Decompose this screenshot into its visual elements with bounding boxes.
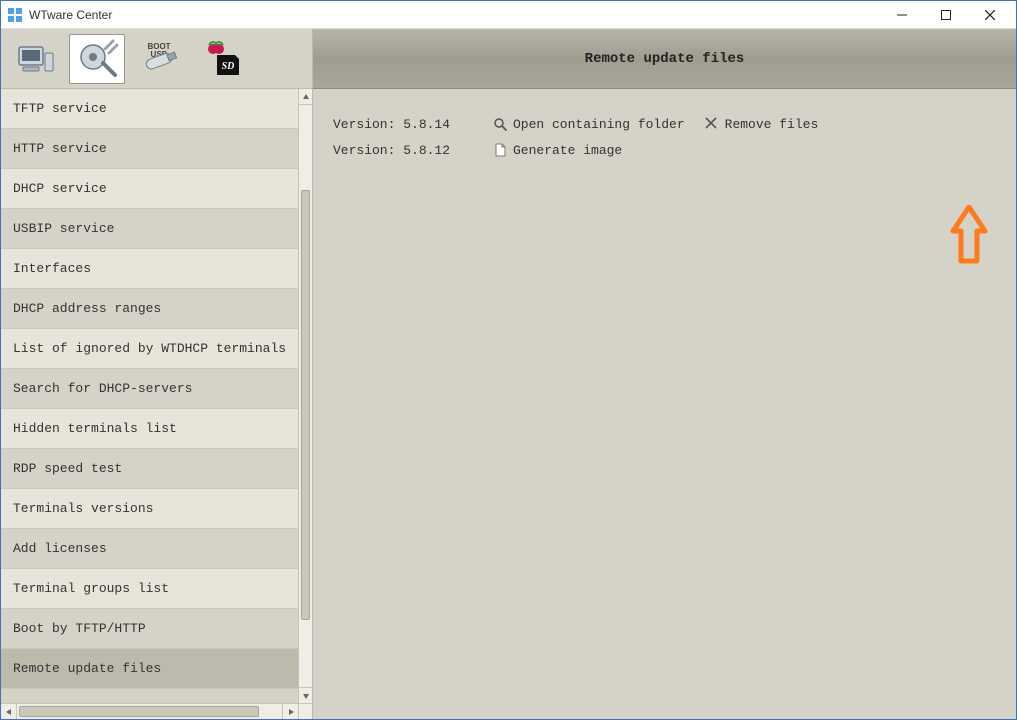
sidebar-item-label: DHCP address ranges <box>13 301 161 316</box>
sidebar-item-label: Terminal groups list <box>13 581 169 596</box>
sidebar-item-terminal-groups[interactable]: Terminal groups list <box>1 569 298 609</box>
toolbar-terminals-button[interactable] <box>7 34 63 84</box>
sidebar-item-label: Interfaces <box>13 261 91 276</box>
sidebar-item-interfaces[interactable]: Interfaces <box>1 249 298 289</box>
sidebar-item-search-dhcp[interactable]: Search for DHCP-servers <box>1 369 298 409</box>
sidebar: BOOT USB SD TFTP service HTTP service DHCP… <box>1 29 313 719</box>
link-label: Generate image <box>513 143 622 158</box>
maximize-button[interactable] <box>924 1 968 29</box>
sidebar-item-dhcp-address-ranges[interactable]: DHCP address ranges <box>1 289 298 329</box>
sidebar-item-label: HTTP service <box>13 141 107 156</box>
sidebar-item-rdp-speed-test[interactable]: RDP speed test <box>1 449 298 489</box>
sidebar-item-label: Boot by TFTP/HTTP <box>13 621 146 636</box>
version-label: Version: 5.8.14 <box>333 117 473 132</box>
close-button[interactable] <box>968 1 1012 29</box>
sidebar-item-label: Remote update files <box>13 661 161 676</box>
sidebar-item-label: Hidden terminals list <box>13 421 177 436</box>
toolbar-boot-usb-button[interactable]: BOOT USB <box>131 34 187 84</box>
sidebar-vertical-scrollbar[interactable] <box>298 89 312 703</box>
annotation-arrow-icon <box>949 205 989 265</box>
scroll-thumb[interactable] <box>301 190 310 620</box>
sidebar-item-http-service[interactable]: HTTP service <box>1 129 298 169</box>
sidebar-item-label: TFTP service <box>13 101 107 116</box>
scroll-arrow-down-icon[interactable] <box>299 687 312 703</box>
document-icon <box>493 143 507 157</box>
version-label: Version: 5.8.12 <box>333 143 473 158</box>
remove-files-link[interactable]: Remove files <box>705 117 819 132</box>
version-row: Version: 5.8.12 Generate image <box>333 137 996 163</box>
sidebar-horizontal-scrollbar[interactable] <box>1 703 312 719</box>
sidebar-item-label: Add licenses <box>13 541 107 556</box>
version-row: Version: 5.8.14 Open containing folder Rem… <box>333 111 996 137</box>
scroll-arrow-left-icon[interactable] <box>1 704 17 719</box>
svg-text:SD: SD <box>222 61 235 72</box>
link-label: Open containing folder <box>513 117 685 132</box>
main-content: Version: 5.8.14 Open containing folder Rem… <box>313 89 1016 719</box>
sidebar-item-label: USBIP service <box>13 221 114 236</box>
toolbar-tools-button[interactable] <box>69 34 125 84</box>
scroll-arrow-right-icon[interactable] <box>282 704 298 719</box>
main-panel: Remote update files Version: 5.8.14 Open … <box>313 29 1016 719</box>
scroll-thumb-horizontal[interactable] <box>19 706 259 717</box>
sidebar-item-terminals-versions[interactable]: Terminals versions <box>1 489 298 529</box>
sidebar-item-remote-update-files[interactable]: Remote update files <box>1 649 298 689</box>
open-folder-link[interactable]: Open containing folder <box>493 117 685 132</box>
sidebar-item-add-licenses[interactable]: Add licenses <box>1 529 298 569</box>
sidebar-item-dhcp-service[interactable]: DHCP service <box>1 169 298 209</box>
sidebar-item-label: List of ignored by WTDHCP terminals <box>13 341 286 356</box>
minimize-button[interactable] <box>880 1 924 29</box>
sidebar-item-ignored-terminals[interactable]: List of ignored by WTDHCP terminals <box>1 329 298 369</box>
sidebar-item-label: Terminals versions <box>13 501 153 516</box>
close-icon <box>705 117 719 131</box>
generate-image-link[interactable]: Generate image <box>493 143 622 158</box>
sidebar-item-boot-tftp-http[interactable]: Boot by TFTP/HTTP <box>1 609 298 649</box>
main-title: Remote update files <box>585 51 745 67</box>
link-label: Remove files <box>725 117 819 132</box>
window-titlebar: WTware Center <box>1 1 1016 29</box>
main-header: Remote update files <box>313 29 1016 89</box>
app-icon <box>7 7 23 23</box>
magnifier-icon <box>493 117 507 131</box>
sidebar-item-usbip-service[interactable]: USBIP service <box>1 209 298 249</box>
sidebar-item-label: Search for DHCP-servers <box>13 381 192 396</box>
window-title: WTware Center <box>29 8 880 22</box>
window-controls <box>880 1 1012 29</box>
sidebar-toolbar: BOOT USB SD <box>1 29 312 89</box>
scroll-arrow-up-icon[interactable] <box>299 89 312 105</box>
sidebar-item-tftp-service[interactable]: TFTP service <box>1 89 298 129</box>
sidebar-item-label: DHCP service <box>13 181 107 196</box>
sidebar-list: TFTP service HTTP service DHCP service USBI… <box>1 89 298 703</box>
sidebar-item-label: RDP speed test <box>13 461 122 476</box>
sidebar-item-hidden-terminals[interactable]: Hidden terminals list <box>1 409 298 449</box>
toolbar-sd-card-button[interactable]: SD <box>193 34 249 84</box>
